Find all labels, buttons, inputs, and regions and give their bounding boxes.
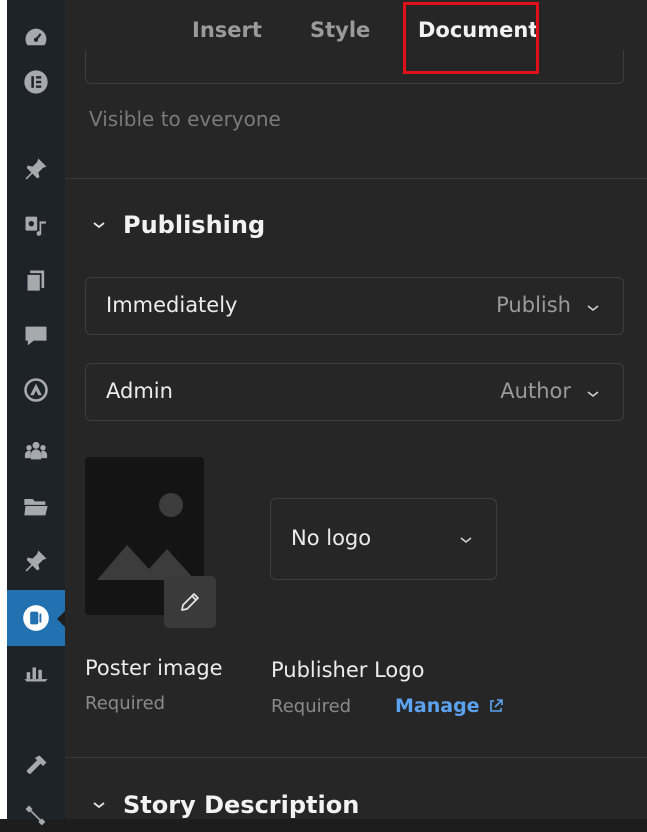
users-icon[interactable] bbox=[20, 434, 52, 466]
manage-logo-link[interactable]: Manage bbox=[395, 695, 504, 717]
manage-label: Manage bbox=[395, 695, 480, 717]
chevron-down-icon bbox=[460, 537, 472, 544]
pin-icon[interactable] bbox=[20, 545, 52, 577]
chevron-down-icon bbox=[587, 391, 599, 398]
pencil-icon bbox=[181, 593, 199, 611]
author-value: Author bbox=[500, 379, 571, 403]
author-select[interactable]: Admin Author bbox=[85, 363, 624, 421]
publisher-logo-required-text: Required bbox=[271, 696, 352, 717]
visibility-note: Visible to everyone bbox=[89, 107, 281, 131]
pin-icon[interactable] bbox=[20, 153, 52, 185]
dashboard-icon[interactable] bbox=[20, 22, 52, 54]
story-description-title: Story Description bbox=[123, 791, 360, 819]
settings-icon[interactable] bbox=[20, 800, 52, 832]
web-stories-icon[interactable] bbox=[20, 602, 52, 634]
media-icon[interactable] bbox=[20, 210, 52, 242]
window-edge bbox=[0, 0, 7, 819]
publisher-logo-select[interactable]: No logo bbox=[270, 498, 497, 580]
visibility-field[interactable] bbox=[85, 50, 624, 84]
tab-insert[interactable]: Insert bbox=[192, 18, 262, 42]
document-panel: Insert Style Document Visible to everyon… bbox=[65, 0, 647, 819]
chevron-down-icon bbox=[93, 222, 105, 229]
publisher-logo-value: No logo bbox=[291, 526, 372, 550]
edit-poster-button[interactable] bbox=[164, 576, 216, 628]
publish-date-label: Immediately bbox=[106, 293, 238, 317]
section-divider bbox=[65, 178, 647, 179]
stats-icon[interactable] bbox=[20, 655, 52, 687]
poster-image-caption: Poster image bbox=[85, 656, 223, 680]
admin-sidebar bbox=[7, 0, 66, 826]
tab-style[interactable]: Style bbox=[310, 18, 370, 42]
publishing-title: Publishing bbox=[123, 211, 266, 239]
chevron-down-icon bbox=[93, 802, 105, 809]
elementor-icon[interactable] bbox=[20, 66, 52, 98]
tools-icon[interactable] bbox=[20, 750, 52, 782]
chevron-down-icon bbox=[587, 305, 599, 312]
section-divider bbox=[65, 757, 647, 758]
astra-icon[interactable] bbox=[20, 374, 52, 406]
publisher-logo-caption: Publisher Logo bbox=[271, 658, 425, 682]
folder-icon[interactable] bbox=[20, 490, 52, 522]
story-description-toggle[interactable]: Story Description bbox=[91, 791, 359, 819]
publish-date-value: Publish bbox=[496, 293, 571, 317]
publishing-section-toggle[interactable]: Publishing bbox=[91, 211, 265, 239]
poster-required-text: Required bbox=[85, 693, 166, 714]
author-label: Admin bbox=[106, 379, 173, 403]
comments-icon[interactable] bbox=[20, 320, 52, 352]
publish-date-select[interactable]: Immediately Publish bbox=[85, 277, 624, 335]
external-link-icon bbox=[489, 699, 503, 712]
pages-icon[interactable] bbox=[20, 265, 52, 297]
